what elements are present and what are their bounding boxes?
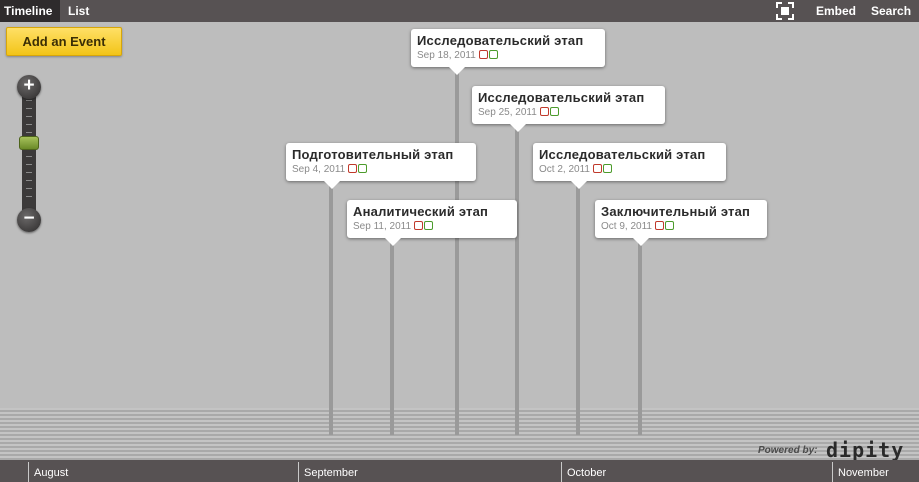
- event-title: Аналитический этап: [353, 204, 489, 219]
- thumbs-up-icon[interactable]: [549, 107, 559, 116]
- powered-by-label: Powered by:: [758, 445, 818, 456]
- thumbs-down-icon[interactable]: [478, 50, 488, 59]
- event-title: Исследовательский этап: [539, 147, 706, 162]
- thumbs-down-icon[interactable]: [539, 107, 549, 116]
- thumbs-down-icon[interactable]: [592, 164, 602, 173]
- top-bar: Timeline List Embed Search: [0, 0, 919, 22]
- event-card[interactable]: Подготовительный этап Sep 4, 2011: [286, 143, 476, 189]
- timeline-canvas[interactable]: [0, 22, 919, 460]
- thumbs-down-icon[interactable]: [414, 221, 424, 230]
- event-date: Sep 18, 2011: [417, 50, 599, 61]
- add-event-button[interactable]: Add an Event: [6, 27, 122, 56]
- zoom-out-button[interactable]: −: [17, 208, 41, 232]
- event-card[interactable]: Исследовательский этап Oct 2, 2011: [533, 143, 726, 189]
- event-stem: [329, 180, 333, 435]
- event-card[interactable]: Заключительный этап Oct 9, 2011: [595, 200, 767, 246]
- fullscreen-icon[interactable]: [776, 2, 794, 20]
- tab-list[interactable]: List: [60, 0, 95, 22]
- event-title: Заключительный этап: [601, 204, 751, 219]
- event-date: Sep 4, 2011: [292, 164, 470, 175]
- event-date: Oct 2, 2011: [539, 164, 720, 175]
- month-label: August: [28, 462, 68, 482]
- event-card[interactable]: Исследовательский этап Sep 25, 2011: [472, 86, 665, 132]
- event-title: Подготовительный этап: [292, 147, 454, 162]
- zoom-slider-track[interactable]: [22, 86, 36, 220]
- event-title: Исследовательский этап: [478, 90, 645, 105]
- month-label: September: [298, 462, 358, 482]
- month-label: November: [832, 462, 889, 482]
- thumbs-up-icon[interactable]: [488, 50, 498, 59]
- search-link[interactable]: Search: [871, 0, 911, 22]
- zoom-in-button[interactable]: +: [17, 75, 41, 99]
- event-stem: [638, 237, 642, 435]
- event-stem: [515, 123, 519, 435]
- event-date: Sep 11, 2011: [353, 221, 511, 232]
- zoom-ticks: [26, 100, 32, 204]
- event-stem: [390, 237, 394, 435]
- thumbs-up-icon[interactable]: [424, 221, 434, 230]
- month-axis: August September October November: [0, 460, 919, 482]
- thumbs-up-icon[interactable]: [358, 164, 368, 173]
- event-date: Sep 25, 2011: [478, 107, 659, 118]
- thumbs-down-icon[interactable]: [348, 164, 358, 173]
- embed-link[interactable]: Embed: [816, 0, 856, 22]
- event-card[interactable]: Исследовательский этап Sep 18, 2011: [411, 29, 605, 75]
- event-stem: [576, 180, 580, 435]
- zoom-slider-handle[interactable]: [19, 136, 39, 150]
- tab-timeline[interactable]: Timeline: [0, 0, 60, 22]
- thumbs-down-icon[interactable]: [654, 221, 664, 230]
- event-stem: [455, 66, 459, 435]
- event-title: Исследовательский этап: [417, 33, 584, 48]
- dipity-logo[interactable]: dipity: [826, 438, 904, 462]
- event-date: Oct 9, 2011: [601, 221, 761, 232]
- thumbs-up-icon[interactable]: [602, 164, 612, 173]
- thumbs-up-icon[interactable]: [664, 221, 674, 230]
- event-card[interactable]: Аналитический этап Sep 11, 2011: [347, 200, 517, 246]
- month-label: October: [561, 462, 606, 482]
